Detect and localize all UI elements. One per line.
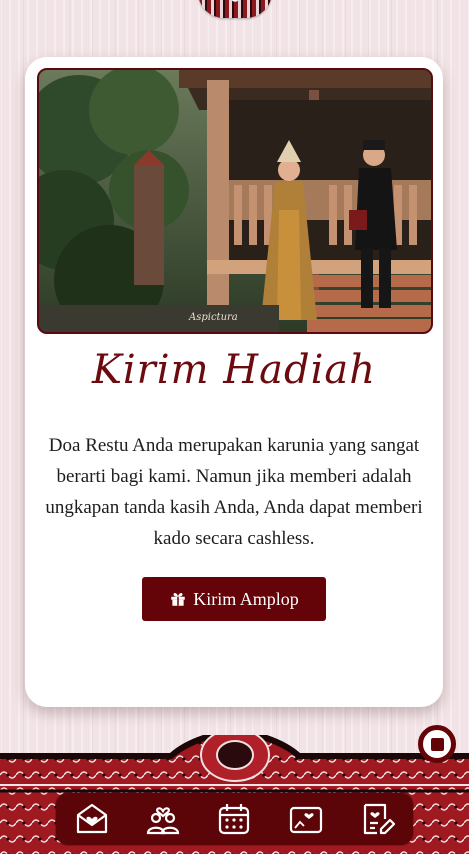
gift-icon: [171, 593, 185, 606]
guestbook-edit-icon: [364, 803, 396, 835]
photo-frame-heart-icon: [289, 806, 322, 834]
nav-item-gallery[interactable]: [286, 799, 326, 839]
photo-watermark: Aspictura: [188, 312, 238, 323]
nav-item-greeting[interactable]: [72, 799, 112, 839]
send-gift-button-label: Kirim Amplop: [193, 588, 299, 609]
stop-icon: [430, 737, 444, 751]
nav-item-couple[interactable]: [143, 799, 183, 839]
section-title: Kirim Hadiah: [92, 347, 376, 393]
gift-card: Aspictura Kirim Hadiah Doa Restu Anda me…: [25, 57, 443, 707]
bottom-navigation: [56, 793, 413, 845]
send-gift-button[interactable]: Kirim Amplop: [142, 577, 326, 621]
couple-icon: [146, 807, 180, 835]
nav-item-event-date[interactable]: [214, 799, 254, 839]
couple-photo: Aspictura: [37, 68, 433, 334]
section-description: Doa Restu Anda merupakan karunia yang sa…: [45, 435, 423, 549]
couple-photo-illustration: Aspictura: [39, 70, 431, 332]
nav-item-guestbook[interactable]: [357, 799, 397, 839]
envelope-heart-icon: [76, 803, 107, 834]
calendar-icon: [219, 804, 250, 835]
music-stop-button[interactable]: [418, 725, 456, 763]
